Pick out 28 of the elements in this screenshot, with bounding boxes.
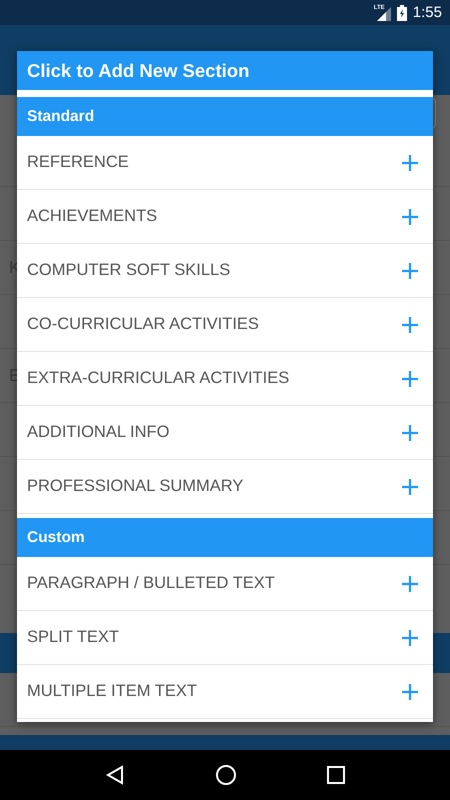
section-option[interactable]: MULTIPLE ITEM TEXT: [17, 665, 433, 718]
section-option[interactable]: PROFESSIONAL SUMMARY: [17, 460, 433, 513]
section-option[interactable]: ADDITIONAL INFO: [17, 406, 433, 459]
add-icon: [401, 262, 419, 280]
section-option[interactable]: REFERENCE: [17, 136, 433, 189]
section-option[interactable]: SPLIT TEXT: [17, 611, 433, 664]
add-icon: [401, 208, 419, 226]
recents-icon[interactable]: [327, 766, 345, 784]
home-icon[interactable]: [215, 764, 237, 786]
clock-time: 1:55: [412, 4, 442, 21]
battery-icon: [396, 4, 407, 20]
section-option[interactable]: PARAGRAPH / BULLETED TEXT: [17, 557, 433, 610]
group-header: Standard: [27, 108, 94, 126]
group-header: Custom: [27, 528, 85, 546]
section-option[interactable]: ACHIEVEMENTS: [17, 190, 433, 243]
add-icon: [401, 478, 419, 496]
add-icon: [401, 316, 419, 334]
add-icon: [401, 370, 419, 388]
add-icon: [401, 574, 419, 592]
add-icon: [401, 424, 419, 442]
add-icon: [401, 154, 419, 172]
section-option[interactable]: CO-CURRICULAR ACTIVITIES: [17, 298, 433, 351]
add-icon: [401, 628, 419, 646]
add-icon: [401, 682, 419, 700]
section-option[interactable]: EXTRA-CURRICULAR ACTIVITIES: [17, 352, 433, 405]
dialog-title: Click to Add New Section: [27, 60, 250, 82]
section-option[interactable]: COMPUTER SOFT SKILLS: [17, 244, 433, 297]
back-icon[interactable]: [105, 765, 125, 785]
